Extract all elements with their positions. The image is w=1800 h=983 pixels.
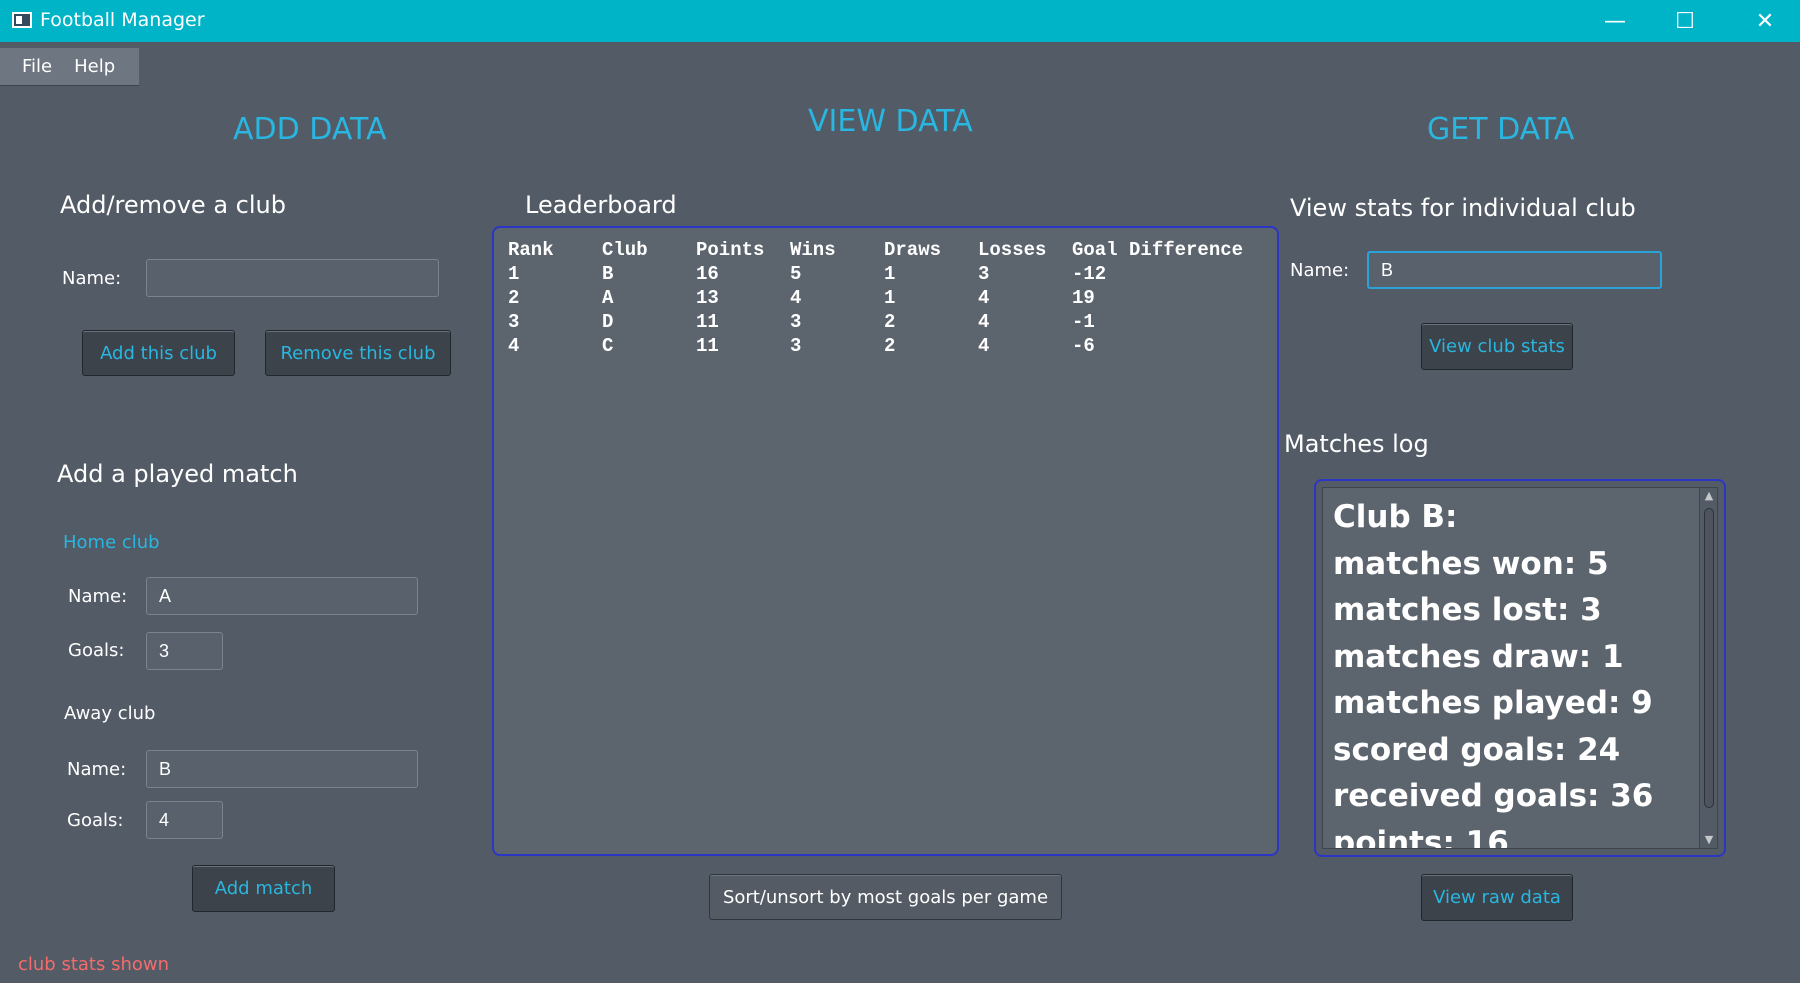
add-match-button[interactable]: Add match xyxy=(192,865,335,912)
column-header: Goal Difference xyxy=(1072,239,1244,261)
table-cell: 2 xyxy=(884,311,896,333)
table-cell: 1 xyxy=(884,263,896,285)
away-name-input[interactable] xyxy=(146,750,418,788)
view-club-stats-button[interactable]: View club stats xyxy=(1421,323,1573,370)
table-cell: 4 xyxy=(978,311,990,333)
log-line: matches won: 5 xyxy=(1333,545,1609,582)
column-header: Losses xyxy=(978,239,1047,261)
add-match-heading: Add a played match xyxy=(57,460,298,488)
table-cell: 11 xyxy=(696,335,719,357)
maximize-icon: ☐ xyxy=(1675,8,1695,34)
log-line: Club B: xyxy=(1333,499,1458,535)
table-cell: 4 xyxy=(790,287,802,309)
away-name-label: Name: xyxy=(67,759,127,780)
view-data-title: VIEW DATA xyxy=(808,104,973,139)
table-cell: 16 xyxy=(696,263,719,285)
table-cell: C xyxy=(602,335,614,357)
maximize-button[interactable]: ☐ xyxy=(1650,0,1720,42)
window-titlebar: Football Manager — ☐ ✕ xyxy=(0,0,1800,42)
scroll-up-icon[interactable]: ▲ xyxy=(1703,490,1715,502)
table-row: 4 C 11 3 2 4 -6 xyxy=(508,334,1263,358)
window-title: Football Manager xyxy=(40,9,205,31)
log-line: matches lost: 3 xyxy=(1333,592,1602,628)
table-cell: 4 xyxy=(508,335,520,357)
table-cell: 13 xyxy=(696,287,719,309)
column-header: Rank xyxy=(508,239,554,261)
log-line: received goals: 36 xyxy=(1333,778,1654,814)
close-button[interactable]: ✕ xyxy=(1730,0,1800,42)
away-goals-input[interactable] xyxy=(146,801,223,839)
matches-log-panel: Club B: matches won: 5 matches lost: 3 m… xyxy=(1314,479,1726,857)
matches-log-textarea[interactable]: Club B: matches won: 5 matches lost: 3 m… xyxy=(1322,487,1718,849)
log-line: matches played: 9 xyxy=(1333,685,1653,721)
table-cell: 1 xyxy=(884,287,896,309)
table-cell: B xyxy=(602,263,614,285)
home-goals-input[interactable] xyxy=(146,632,223,670)
table-cell: -1 xyxy=(1072,311,1095,333)
home-name-label: Name: xyxy=(68,586,128,607)
log-line: matches draw: 1 xyxy=(1333,638,1624,675)
home-club-heading: Home club xyxy=(63,532,160,553)
column-header: Points xyxy=(696,239,765,261)
table-cell: 11 xyxy=(696,311,719,333)
home-name-input[interactable] xyxy=(146,577,418,615)
club-name-input[interactable] xyxy=(146,259,439,297)
table-cell: A xyxy=(602,287,614,309)
matches-log-heading: Matches log xyxy=(1284,430,1429,458)
add-club-button[interactable]: Add this club xyxy=(82,330,235,376)
menu-help[interactable]: Help xyxy=(62,56,125,77)
sort-button[interactable]: Sort/unsort by most goals per game xyxy=(709,874,1062,920)
table-row: 3 D 11 3 2 4 -1 xyxy=(508,310,1263,334)
table-cell: -6 xyxy=(1072,335,1095,357)
log-line: points: 16 xyxy=(1333,824,1509,849)
away-club-heading: Away club xyxy=(64,703,156,724)
table-row: 1 B 16 5 1 3 -12 xyxy=(508,262,1263,286)
get-data-title: GET DATA xyxy=(1427,112,1575,147)
scroll-down-icon[interactable]: ▼ xyxy=(1703,834,1715,846)
stats-name-label: Name: xyxy=(1290,260,1350,281)
table-cell: 5 xyxy=(790,263,802,285)
club-stats-heading: View stats for individual club xyxy=(1290,194,1636,222)
minimize-icon: — xyxy=(1604,8,1626,34)
table-cell: 3 xyxy=(508,311,520,333)
table-cell: 4 xyxy=(978,287,990,309)
add-data-title: ADD DATA xyxy=(233,112,387,147)
column-header: Draws xyxy=(884,239,942,261)
stats-name-input[interactable] xyxy=(1367,251,1662,289)
status-message: club stats shown xyxy=(18,954,170,975)
table-cell: 2 xyxy=(508,287,520,309)
log-line: scored goals: 24 xyxy=(1333,731,1621,768)
home-goals-label: Goals: xyxy=(68,640,125,661)
view-raw-data-button[interactable]: View raw data xyxy=(1421,874,1573,921)
away-goals-label: Goals: xyxy=(67,810,124,831)
table-cell: 3 xyxy=(790,311,802,333)
club-name-label: Name: xyxy=(62,268,122,289)
remove-club-button[interactable]: Remove this club xyxy=(265,330,451,376)
table-cell: 3 xyxy=(978,263,990,285)
menu-bar: File Help xyxy=(0,48,139,86)
leaderboard-header-row: Rank Club Points Wins Draws Losses Goal … xyxy=(508,238,1263,262)
table-cell: 4 xyxy=(978,335,990,357)
app-icon xyxy=(12,12,32,28)
table-cell: D xyxy=(602,311,614,333)
table-cell: 2 xyxy=(884,335,896,357)
table-cell: 3 xyxy=(790,335,802,357)
scroll-thumb[interactable] xyxy=(1704,508,1714,808)
table-cell: -12 xyxy=(1072,263,1107,285)
leaderboard-heading: Leaderboard xyxy=(525,191,677,219)
column-header: Wins xyxy=(790,239,836,261)
minimize-button[interactable]: — xyxy=(1580,0,1650,42)
add-remove-club-heading: Add/remove a club xyxy=(60,191,286,219)
table-row: 2 A 13 4 1 4 19 xyxy=(508,286,1263,310)
close-icon: ✕ xyxy=(1755,8,1775,34)
menu-file[interactable]: File xyxy=(10,56,62,77)
table-cell: 1 xyxy=(508,263,520,285)
column-header: Club xyxy=(602,239,648,261)
log-scrollbar[interactable]: ▲ ▼ xyxy=(1699,488,1717,848)
leaderboard-panel[interactable]: Rank Club Points Wins Draws Losses Goal … xyxy=(492,226,1279,856)
table-cell: 19 xyxy=(1072,287,1095,309)
